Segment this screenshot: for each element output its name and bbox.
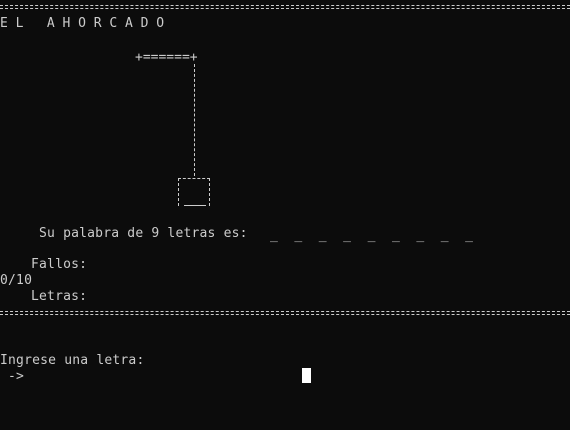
- word-slot: _: [318, 228, 327, 243]
- gallows-beam: +======+: [135, 50, 198, 65]
- fails-label: Fallos:: [31, 257, 88, 272]
- input-arrow: ->: [8, 369, 25, 384]
- letters-label: Letras:: [31, 289, 88, 304]
- input-prompt: Ingrese una letra:: [0, 353, 145, 368]
- word-slot: _: [294, 228, 303, 243]
- word-slots: _ _ _ _ _ _ _ _ _: [270, 228, 490, 244]
- word-prompt: Su palabra de 9 letras es:: [39, 226, 248, 241]
- word-slot: _: [391, 228, 400, 243]
- word-slot: _: [465, 228, 473, 243]
- word-slot: _: [440, 228, 449, 243]
- hangman-head: [178, 178, 210, 206]
- word-slot: _: [367, 228, 376, 243]
- game-title: EL AHORCADO: [0, 16, 172, 31]
- word-slot: _: [270, 228, 278, 243]
- word-slot: _: [343, 228, 351, 243]
- gallows-rope: [194, 64, 195, 176]
- hangman-head-bottom: [184, 205, 206, 206]
- bottom-separator: [0, 311, 570, 315]
- word-slot: _: [416, 228, 425, 243]
- text-cursor[interactable]: [302, 368, 311, 383]
- top-separator: [0, 5, 570, 9]
- fails-count: 0/10: [0, 273, 33, 288]
